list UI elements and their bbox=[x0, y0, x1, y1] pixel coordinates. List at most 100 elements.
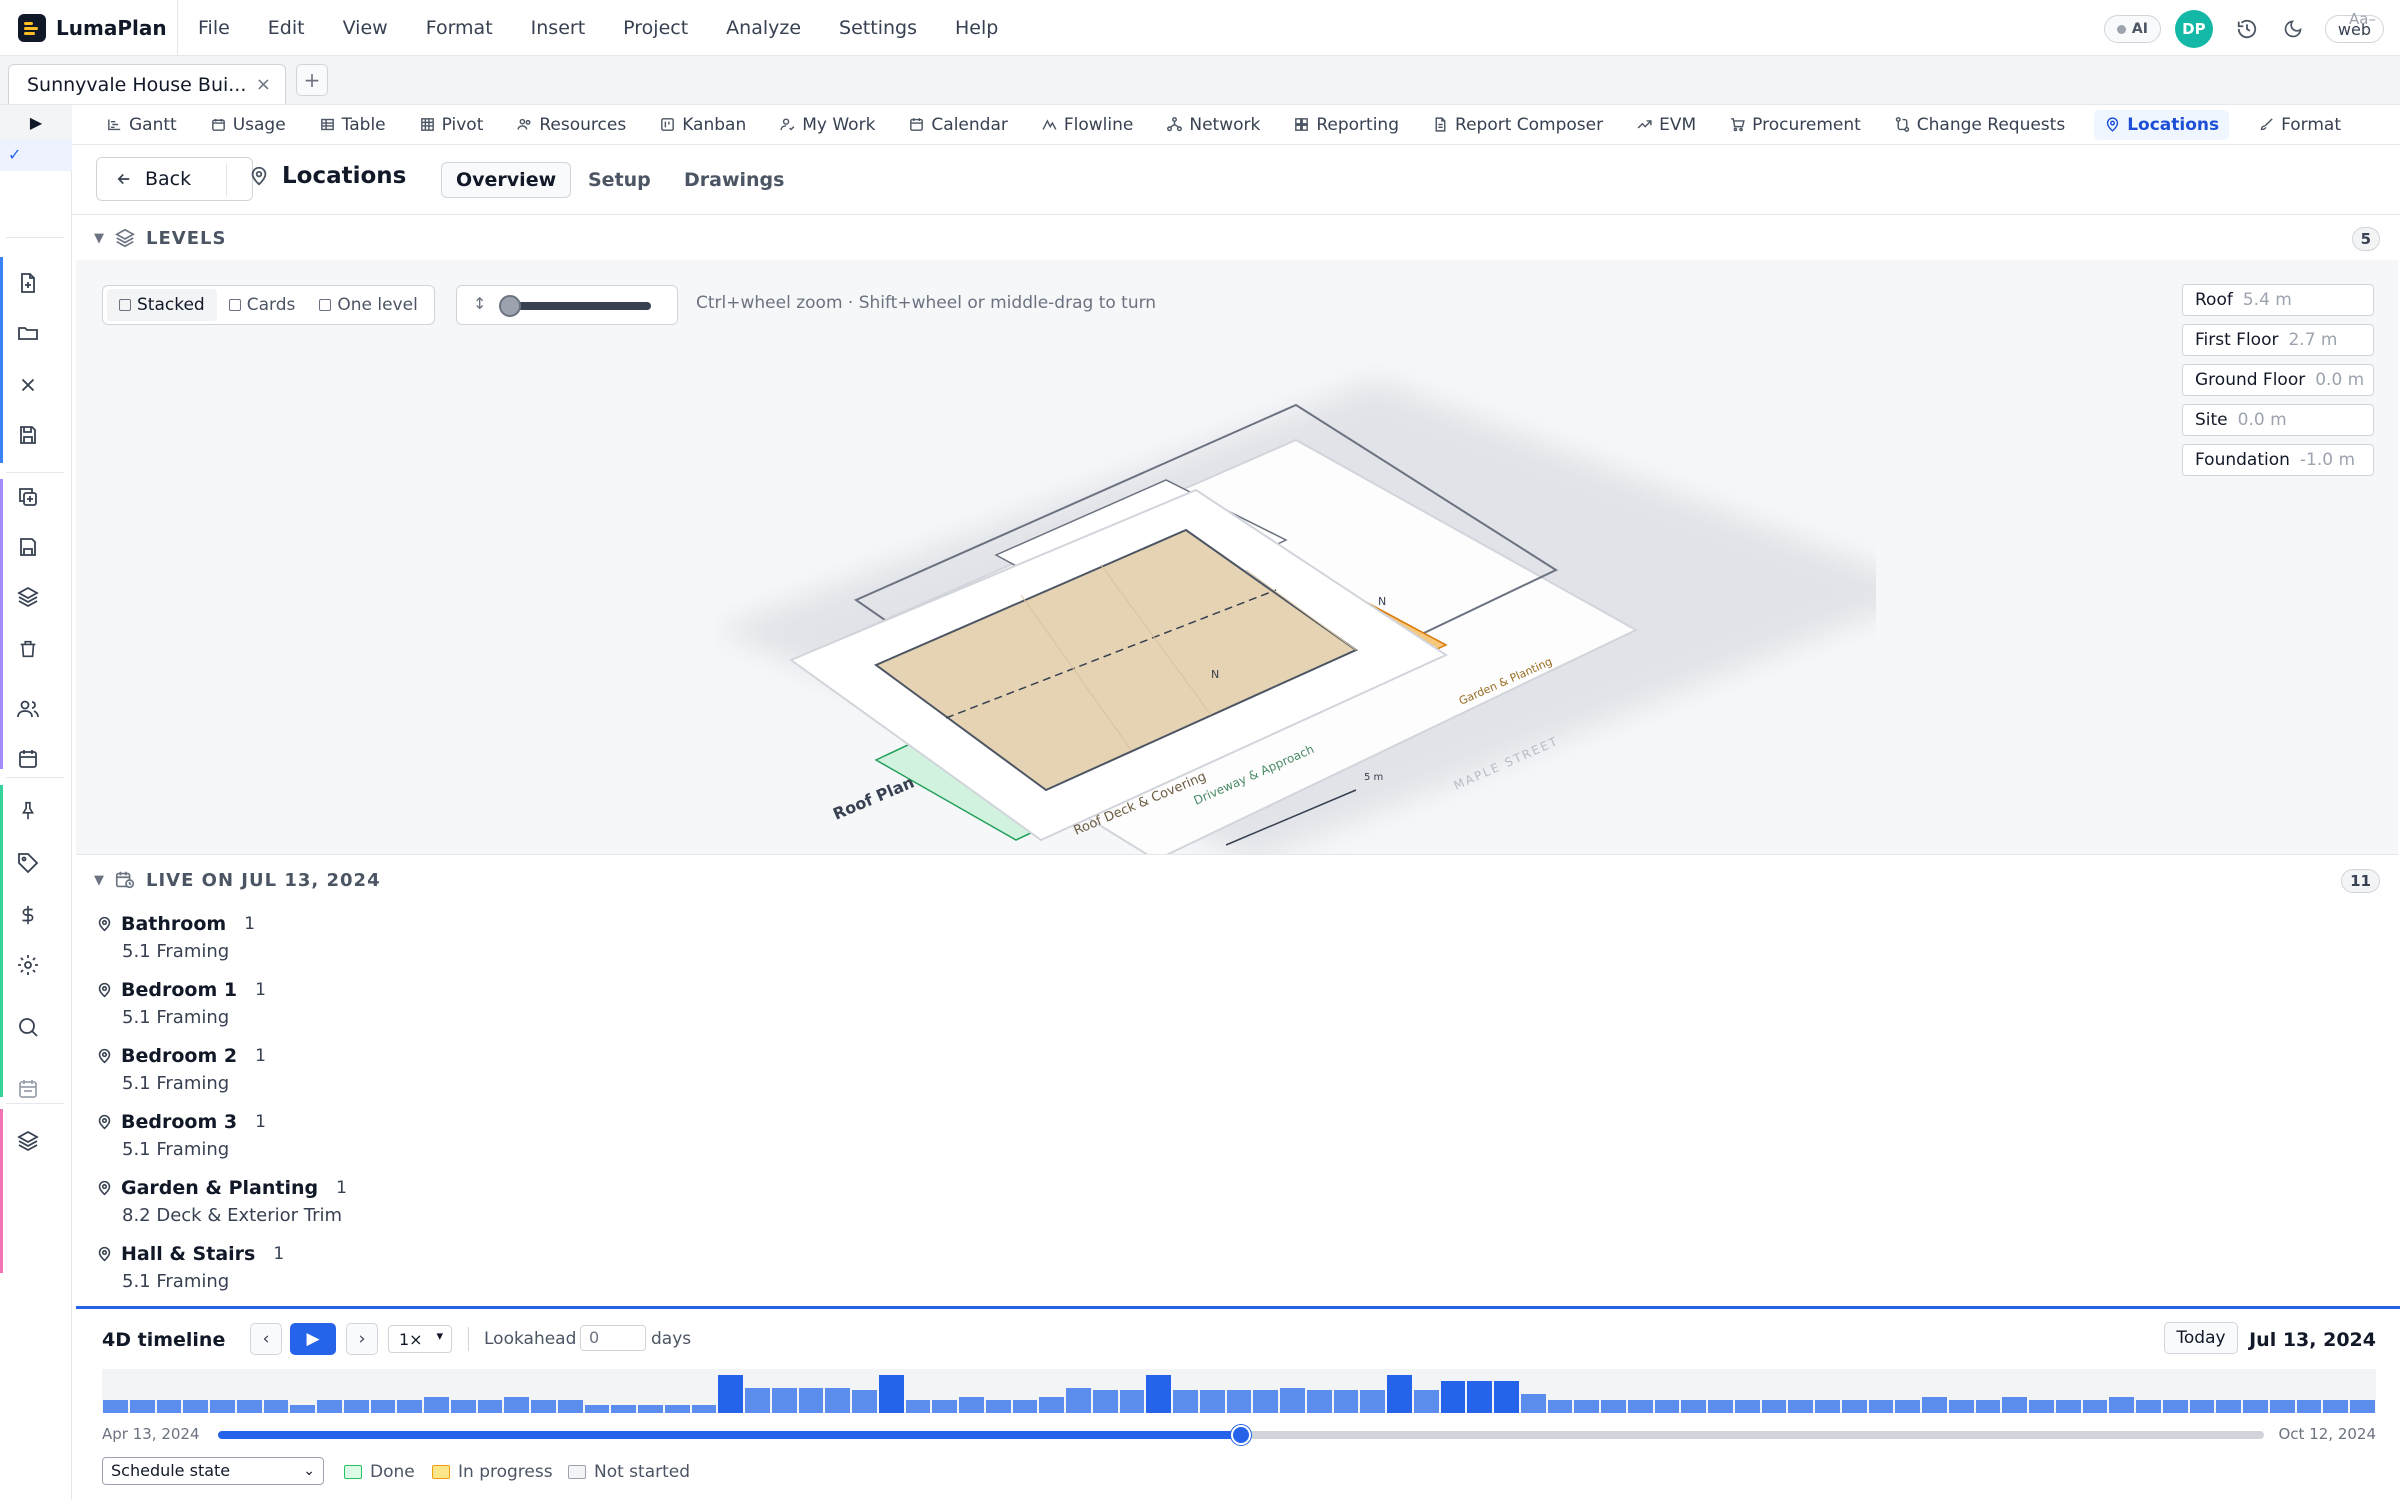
timeline-scrubber[interactable] bbox=[218, 1425, 2264, 1445]
activity-histogram[interactable] bbox=[102, 1369, 2376, 1413]
close-icon[interactable]: × bbox=[256, 74, 271, 95]
location-task[interactable]: 5.1 Framing bbox=[122, 1139, 266, 1160]
view-tab-format[interactable]: Format bbox=[2254, 110, 2345, 140]
save-as-icon[interactable] bbox=[14, 533, 42, 561]
spread-track[interactable] bbox=[501, 302, 651, 310]
levels-section-header[interactable]: ▼ LEVELS 5 bbox=[76, 216, 2396, 260]
list-item[interactable]: Bedroom 1 1 5.1 Framing bbox=[96, 979, 266, 1028]
view-tab-gantt[interactable]: Gantt bbox=[102, 110, 181, 140]
view-tab-flowline[interactable]: Flowline bbox=[1037, 110, 1138, 140]
save-icon[interactable] bbox=[14, 421, 42, 449]
location-task[interactable]: 8.2 Deck & Exterior Trim bbox=[122, 1205, 347, 1226]
menu-file[interactable]: File bbox=[196, 13, 232, 43]
tag-icon[interactable] bbox=[14, 849, 42, 877]
view-tab-procurement[interactable]: Procurement bbox=[1725, 110, 1865, 140]
location-task[interactable]: 5.1 Framing bbox=[122, 941, 255, 962]
speed-select[interactable]: 1× ▾ bbox=[388, 1325, 452, 1353]
new-file-icon[interactable] bbox=[14, 269, 42, 297]
menu-help[interactable]: Help bbox=[953, 13, 1000, 43]
view-tab-locations[interactable]: Locations bbox=[2094, 109, 2230, 140]
trash-icon[interactable] bbox=[14, 635, 42, 663]
avatar[interactable]: DP bbox=[2174, 10, 2213, 48]
history-icon[interactable] bbox=[2235, 17, 2259, 41]
tab-drawings[interactable]: Drawings bbox=[670, 162, 798, 198]
level-site[interactable]: Site 0.0 m bbox=[2182, 404, 2374, 436]
view-tab-calendar[interactable]: Calendar bbox=[904, 110, 1011, 140]
calendar-icon[interactable] bbox=[14, 745, 42, 773]
location-task[interactable]: 5.1 Framing bbox=[122, 1271, 284, 1292]
duplicate-icon[interactable] bbox=[14, 483, 42, 511]
view-tab-resources[interactable]: Resources bbox=[512, 110, 630, 140]
play-button[interactable]: ▶ bbox=[290, 1323, 336, 1355]
list-item[interactable]: Bedroom 2 1 5.1 Framing bbox=[96, 1045, 266, 1094]
step-back-button[interactable]: ‹ bbox=[250, 1323, 282, 1355]
menu-project[interactable]: Project bbox=[621, 13, 690, 43]
menu-edit[interactable]: Edit bbox=[266, 13, 307, 43]
new-tab-button[interactable]: + bbox=[296, 64, 328, 96]
tab-setup[interactable]: Setup bbox=[574, 162, 665, 198]
menu-view[interactable]: View bbox=[341, 13, 390, 43]
level-roof[interactable]: Roof 5.4 m bbox=[2182, 284, 2374, 316]
layers-icon[interactable] bbox=[14, 583, 42, 611]
menu-insert[interactable]: Insert bbox=[529, 13, 588, 43]
view-tab-kanban[interactable]: Kanban bbox=[655, 110, 750, 140]
view-tab-report-composer[interactable]: Report Composer bbox=[1428, 110, 1607, 140]
histogram-bar bbox=[424, 1397, 449, 1413]
open-folder-icon[interactable] bbox=[14, 319, 42, 347]
level-stack-drawing[interactable]: Garden & Planting Driveway & Approach MA… bbox=[696, 300, 1876, 855]
menu-settings[interactable]: Settings bbox=[837, 13, 919, 43]
view-tab-change-requests[interactable]: Change Requests bbox=[1890, 110, 2069, 140]
menu-format[interactable]: Format bbox=[424, 13, 495, 43]
stack-icon[interactable] bbox=[14, 1127, 42, 1155]
search-icon[interactable] bbox=[14, 1013, 42, 1041]
schedule-state-select[interactable]: Schedule state ⌄ bbox=[102, 1457, 324, 1485]
level-elevation: 5.4 m bbox=[2242, 290, 2292, 310]
view-tab-my-work[interactable]: My Work bbox=[775, 110, 879, 140]
location-task[interactable]: 5.1 Framing bbox=[122, 1073, 266, 1094]
document-tab[interactable]: Sunnyvale House Bui... × bbox=[8, 64, 286, 104]
level-spread-slider[interactable]: ↕ bbox=[456, 285, 678, 325]
today-button[interactable]: Today bbox=[2164, 1322, 2238, 1354]
view-tab-reporting[interactable]: Reporting bbox=[1289, 110, 1403, 140]
font-size-toggle[interactable]: Aa– bbox=[2349, 10, 2376, 28]
dollar-icon[interactable] bbox=[14, 901, 42, 929]
pin-icon[interactable] bbox=[14, 797, 42, 825]
back-button[interactable]: Back bbox=[96, 157, 253, 201]
view-tab-usage[interactable]: Usage bbox=[206, 110, 290, 140]
schedule-icon[interactable] bbox=[14, 1075, 42, 1103]
list-item[interactable]: Garden & Planting 1 8.2 Deck & Exterior Tr… bbox=[96, 1177, 347, 1226]
level-first-floor[interactable]: First Floor 2.7 m bbox=[2182, 324, 2374, 356]
tab-overview[interactable]: Overview bbox=[441, 162, 572, 198]
collapse-caret-icon[interactable]: ▼ bbox=[94, 873, 104, 888]
flowline-icon bbox=[1042, 119, 1057, 130]
list-item[interactable]: Hall & Stairs 1 5.1 Framing bbox=[96, 1243, 284, 1292]
view-tab-evm[interactable]: EVM bbox=[1632, 110, 1700, 140]
list-item[interactable]: Bedroom 3 1 5.1 Framing bbox=[96, 1111, 266, 1160]
view-tab-table[interactable]: Table bbox=[315, 110, 390, 140]
people-icon[interactable] bbox=[14, 695, 42, 723]
step-forward-button[interactable]: › bbox=[346, 1323, 378, 1355]
mode-stacked[interactable]: Stacked bbox=[107, 289, 217, 321]
level-ground-floor[interactable]: Ground Floor 0.0 m bbox=[2182, 364, 2374, 396]
rail-toggle-button[interactable]: ▶ bbox=[0, 105, 72, 139]
gear-icon[interactable] bbox=[14, 951, 42, 979]
spread-handle[interactable] bbox=[499, 295, 521, 317]
mode-cards[interactable]: Cards bbox=[217, 289, 308, 321]
histogram-bar bbox=[1895, 1400, 1921, 1413]
timeline-handle[interactable] bbox=[1231, 1425, 1251, 1445]
live-section-header[interactable]: ▼ LIVE ON JUL 13, 2024 11 bbox=[76, 858, 2396, 902]
menu-analyze[interactable]: Analyze bbox=[724, 13, 803, 43]
lookahead-input[interactable]: 0 bbox=[580, 1325, 646, 1351]
close-icon[interactable] bbox=[14, 371, 42, 399]
collapse-caret-icon[interactable]: ▼ bbox=[94, 231, 104, 246]
view-tab-pivot[interactable]: Pivot bbox=[415, 110, 488, 140]
view-tab-network[interactable]: Network bbox=[1162, 110, 1264, 140]
levels-3d-viewport[interactable]: Stacked Cards One level ↕ Ctrl+wheel zoo… bbox=[76, 260, 2398, 855]
level-foundation[interactable]: Foundation -1.0 m bbox=[2182, 444, 2374, 476]
brand[interactable]: LumaPlan bbox=[0, 0, 178, 56]
list-item[interactable]: Bathroom 1 5.1 Framing bbox=[96, 913, 255, 962]
mode-one-level[interactable]: One level bbox=[307, 289, 429, 321]
dark-mode-icon[interactable] bbox=[2281, 17, 2305, 41]
ai-toggle[interactable]: AI bbox=[2103, 15, 2161, 43]
location-task[interactable]: 5.1 Framing bbox=[122, 1007, 266, 1028]
